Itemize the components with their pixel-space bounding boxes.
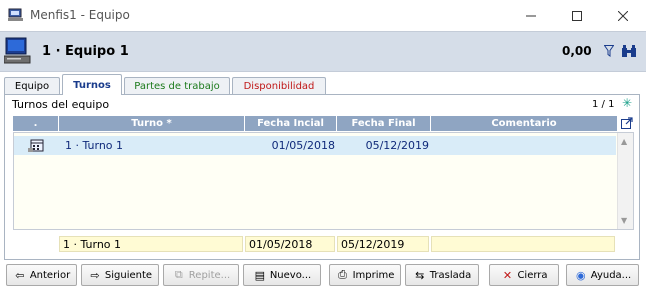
title-bar: Menfis1 - Equipo: [0, 0, 646, 31]
record-header: 1 · Equipo 1 0,00: [0, 31, 646, 72]
comentario-input[interactable]: [431, 236, 615, 252]
imprime-button[interactable]: ⎙ Imprime: [329, 264, 401, 286]
tab-equipo[interactable]: Equipo: [4, 77, 60, 94]
open-record-icon[interactable]: [621, 117, 633, 129]
window-title: Menfis1 - Equipo: [30, 8, 130, 22]
scroll-down-icon[interactable]: ▼: [621, 216, 627, 225]
column-header-turno[interactable]: Turno *: [59, 116, 245, 131]
anterior-label: Anterior: [29, 269, 71, 281]
repite-button[interactable]: ⧉ Repite...: [163, 264, 239, 286]
turno-input[interactable]: 1 · Turno 1: [59, 236, 243, 252]
amount-value: 0,00: [562, 44, 592, 58]
maximize-button[interactable]: [554, 0, 600, 31]
printer-icon: ⎙: [338, 268, 347, 281]
section-title: Turnos del equipo: [12, 98, 110, 111]
arrow-right-icon: ⇨: [90, 268, 100, 282]
app-icon: [8, 8, 23, 21]
close-x-icon: ✕: [502, 268, 513, 282]
column-header-fecha-final[interactable]: Fecha Final: [337, 116, 431, 131]
close-icon: [618, 10, 628, 21]
ayuda-button[interactable]: ◉ Ayuda...: [566, 264, 639, 286]
nuevo-button[interactable]: ▤ Nuevo...: [243, 264, 321, 286]
minimize-icon: [526, 15, 536, 16]
minimize-button[interactable]: [508, 0, 554, 31]
maximize-icon: [572, 10, 582, 21]
grid-body: 1 · Turno 1 01/05/2018 05/12/2019 ▲ ▼: [13, 132, 634, 230]
turnos-panel: Turnos del equipo 1 / 1 ✳ . Turno * Fech…: [4, 94, 640, 260]
fecha-inicial-input[interactable]: 01/05/2018: [245, 236, 335, 252]
anterior-button[interactable]: ⇦ Anterior: [6, 264, 77, 286]
traslada-button[interactable]: ⇆ Traslada: [405, 264, 479, 286]
filter-icon[interactable]: [604, 45, 614, 57]
tab-turnos[interactable]: Turnos: [62, 74, 122, 95]
cell-turno: 1 · Turno 1: [65, 139, 124, 152]
tab-partes-de-trabajo[interactable]: Partes de trabajo: [124, 77, 230, 94]
table-row[interactable]: 1 · Turno 1 01/05/2018 05/12/2019: [14, 136, 616, 155]
column-header-fecha-inicial[interactable]: Fecha Incial: [245, 116, 337, 131]
column-header-comentario[interactable]: Comentario: [431, 116, 617, 131]
grid-header: . Turno * Fecha Incial Fecha Final Comen…: [13, 116, 617, 131]
arrow-left-icon: ⇦: [15, 268, 25, 282]
transfer-icon: ⇆: [415, 268, 425, 282]
record-title: 1 · Equipo 1: [42, 44, 129, 59]
refresh-icon[interactable]: ✳: [622, 97, 633, 109]
cell-fecha-inicial: 01/05/2018: [271, 139, 335, 152]
vertical-scrollbar[interactable]: ▲ ▼: [617, 133, 633, 229]
copy-icon: ⧉: [174, 268, 183, 281]
tab-disponibilidad[interactable]: Disponibilidad: [232, 77, 326, 94]
calendar-icon: [28, 139, 44, 152]
cell-fecha-final: 05/12/2019: [365, 139, 429, 152]
scroll-up-icon[interactable]: ▲: [621, 137, 627, 146]
binoculars-icon[interactable]: [621, 43, 637, 59]
siguiente-button[interactable]: ⇨ Siguiente: [81, 264, 159, 286]
help-globe-icon: ◉: [575, 268, 586, 282]
row-icon-cell: [14, 136, 60, 155]
repite-label: Repite...: [188, 269, 231, 281]
fecha-final-input[interactable]: 05/12/2019: [337, 236, 429, 252]
cell-comentario: [432, 136, 616, 155]
imprime-label: Imprime: [352, 269, 395, 281]
cierra-button[interactable]: ✕ Cierra: [489, 264, 559, 286]
cierra-label: Cierra: [517, 269, 548, 281]
traslada-label: Traslada: [429, 269, 472, 281]
column-header-dot[interactable]: .: [13, 116, 59, 131]
close-window-button[interactable]: [600, 0, 646, 31]
siguiente-label: Siguiente: [104, 269, 153, 281]
new-record-icon: ▤: [254, 268, 266, 282]
button-bar: ⇦ Anterior ⇨ Siguiente ⧉ Repite... ▤ Nue…: [0, 262, 646, 291]
ayuda-label: Ayuda...: [590, 269, 632, 281]
record-counter: 1 / 1: [592, 99, 615, 110]
nuevo-label: Nuevo...: [269, 269, 312, 281]
computer-icon: [4, 37, 31, 64]
